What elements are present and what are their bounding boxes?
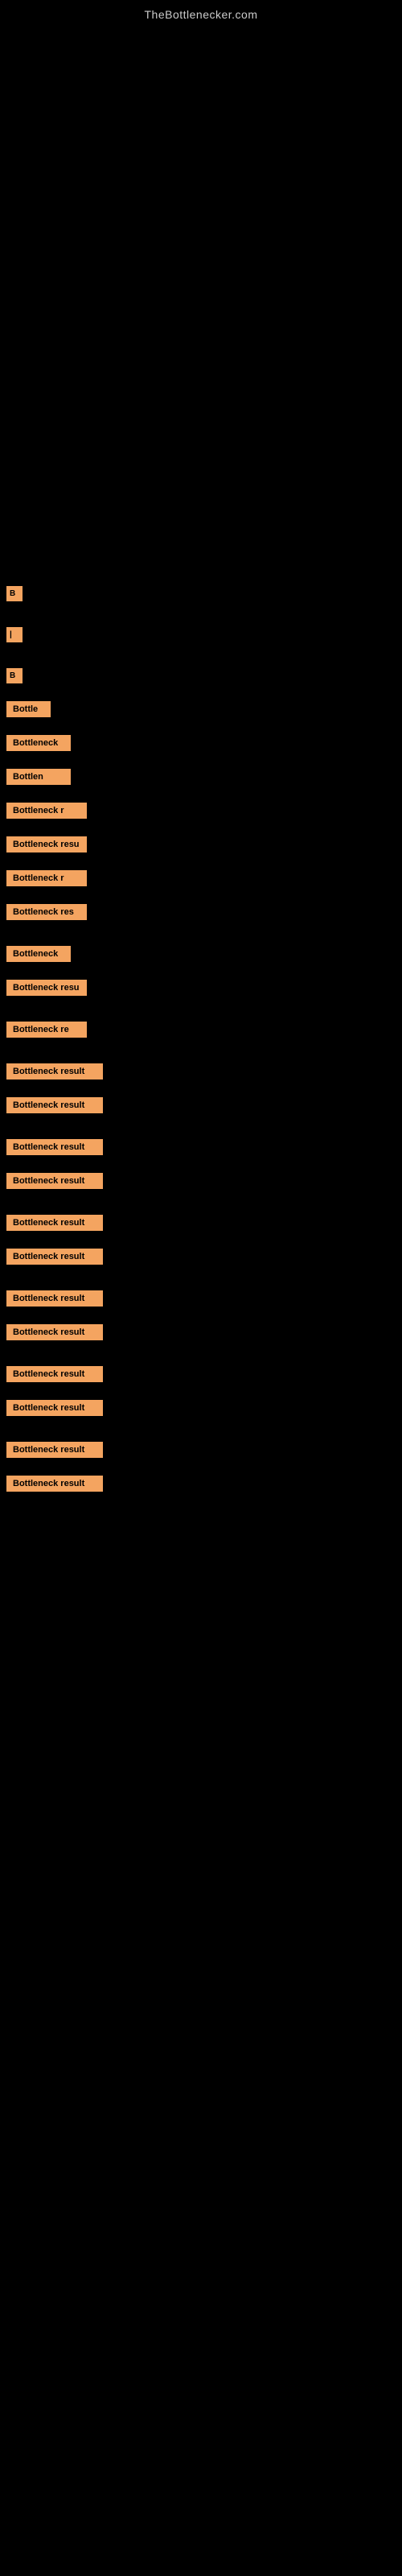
result-row-23: Bottleneck result <box>0 1395 402 1421</box>
result-row-18: Bottleneck result <box>0 1210 402 1236</box>
result-badge-12[interactable]: Bottleneck resu <box>6 980 87 996</box>
result-row-14: Bottleneck result <box>0 1059 402 1084</box>
result-badge-25[interactable]: Bottleneck result <box>6 1476 103 1492</box>
result-badge-22[interactable]: Bottleneck result <box>6 1366 103 1382</box>
result-badge-17[interactable]: Bottleneck result <box>6 1173 103 1189</box>
result-badge-14[interactable]: Bottleneck result <box>6 1063 103 1080</box>
result-badge-10[interactable]: Bottleneck res <box>6 904 87 920</box>
result-badge-16[interactable]: Bottleneck result <box>6 1139 103 1155</box>
result-badge-8[interactable]: Bottleneck resu <box>6 836 87 852</box>
result-badge-7[interactable]: Bottleneck r <box>6 803 87 819</box>
result-badge-15[interactable]: Bottleneck result <box>6 1097 103 1113</box>
result-row-15: Bottleneck result <box>0 1092 402 1118</box>
result-badge-3[interactable]: B <box>6 668 23 683</box>
result-badge-24[interactable]: Bottleneck result <box>6 1442 103 1458</box>
result-badge-11[interactable]: Bottleneck <box>6 946 71 962</box>
result-badge-2[interactable]: | <box>6 627 23 642</box>
result-row-22: Bottleneck result <box>0 1361 402 1387</box>
result-row-6: Bottlen <box>0 764 402 790</box>
result-row-2: | <box>0 622 402 647</box>
result-row-12: Bottleneck resu <box>0 975 402 1001</box>
result-badge-1[interactable]: B <box>6 586 23 601</box>
result-row-13: Bottleneck re <box>0 1017 402 1042</box>
result-row-3: B <box>0 663 402 688</box>
result-row-16: Bottleneck result <box>0 1134 402 1160</box>
result-badge-5[interactable]: Bottleneck <box>6 735 71 751</box>
result-badge-19[interactable]: Bottleneck result <box>6 1249 103 1265</box>
result-badge-4[interactable]: Bottle <box>6 701 51 717</box>
site-title: TheBottlenecker.com <box>0 0 402 26</box>
result-row-19: Bottleneck result <box>0 1244 402 1269</box>
result-row-9: Bottleneck r <box>0 865 402 891</box>
result-row-8: Bottleneck resu <box>0 832 402 857</box>
result-row-5: Bottleneck <box>0 730 402 756</box>
result-row-1: B <box>0 581 402 606</box>
result-badge-21[interactable]: Bottleneck result <box>6 1324 103 1340</box>
result-badge-18[interactable]: Bottleneck result <box>6 1215 103 1231</box>
result-row-24: Bottleneck result <box>0 1437 402 1463</box>
result-row-11: Bottleneck <box>0 941 402 967</box>
result-row-25: Bottleneck result <box>0 1471 402 1496</box>
result-row-17: Bottleneck result <box>0 1168 402 1194</box>
result-row-20: Bottleneck result <box>0 1286 402 1311</box>
result-row-21: Bottleneck result <box>0 1319 402 1345</box>
result-badge-20[interactable]: Bottleneck result <box>6 1290 103 1307</box>
top-black-area <box>0 26 402 573</box>
results-container: B | B Bottle Bottleneck Bottlen Bottlene… <box>0 573 402 1505</box>
result-row-4: Bottle <box>0 696 402 722</box>
result-badge-9[interactable]: Bottleneck r <box>6 870 87 886</box>
result-badge-13[interactable]: Bottleneck re <box>6 1022 87 1038</box>
result-badge-6[interactable]: Bottlen <box>6 769 71 785</box>
result-badge-23[interactable]: Bottleneck result <box>6 1400 103 1416</box>
result-row-7: Bottleneck r <box>0 798 402 824</box>
result-row-10: Bottleneck res <box>0 899 402 925</box>
